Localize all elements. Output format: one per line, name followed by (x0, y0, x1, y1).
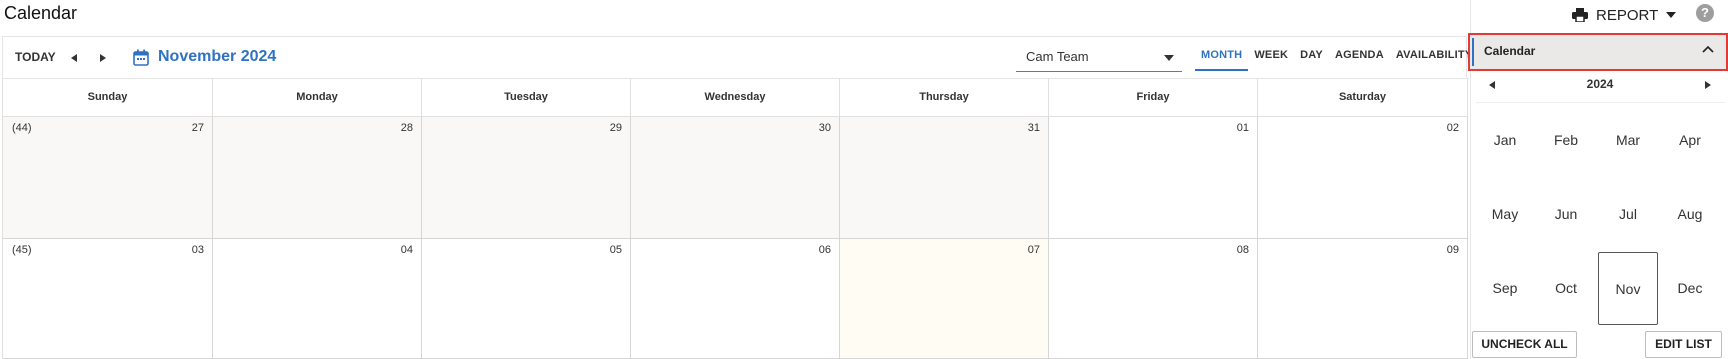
day-number: 30 (818, 122, 831, 134)
month-oct[interactable]: Oct (1536, 252, 1596, 325)
month-mar[interactable]: Mar (1598, 104, 1658, 177)
day-number: 27 (191, 122, 204, 134)
day-header-saturday: Saturday (1258, 78, 1468, 117)
day-number: 02 (1446, 122, 1459, 134)
month-feb[interactable]: Feb (1536, 104, 1596, 177)
month-nov-selected[interactable]: Nov (1598, 252, 1658, 325)
day-number: 06 (818, 244, 831, 256)
day-header-thursday: Thursday (840, 78, 1049, 117)
month-apr[interactable]: Apr (1660, 104, 1720, 177)
week-number[interactable]: (44) (12, 122, 32, 134)
day-cell[interactable]: 28 (213, 117, 422, 239)
month-jun[interactable]: Jun (1536, 178, 1596, 251)
day-header-tuesday: Tuesday (422, 78, 631, 117)
day-header-friday: Friday (1049, 78, 1258, 117)
tab-month[interactable]: MONTH (1195, 37, 1249, 71)
day-cell[interactable]: 09 (1258, 239, 1468, 359)
caret-right-icon (1705, 81, 1711, 89)
calendar-panel-header[interactable]: Calendar (1468, 33, 1728, 71)
day-number: 31 (1027, 122, 1040, 134)
month-jul[interactable]: Jul (1598, 178, 1658, 251)
day-cell-today[interactable]: 07 (840, 239, 1049, 359)
header-accent-bar (1472, 38, 1474, 66)
day-cell[interactable]: 31 (840, 117, 1049, 239)
month-sep[interactable]: Sep (1475, 252, 1535, 325)
calendar-toolbar: TODAY November 2024 Cam Team MONTH WEEK … (2, 36, 1472, 78)
day-cell[interactable]: 08 (1049, 239, 1258, 359)
day-header-monday: Monday (213, 78, 422, 117)
chevron-up-icon (1702, 45, 1714, 53)
month-title[interactable]: November 2024 (158, 48, 276, 66)
tab-availability[interactable]: AVAILABILITY (1390, 37, 1479, 71)
view-tabs: MONTH WEEK DAY AGENDA AVAILABILITY (1195, 37, 1478, 71)
caret-left-icon (71, 54, 77, 62)
calendar-panel-title: Calendar (1484, 44, 1536, 58)
month-dec[interactable]: Dec (1660, 252, 1720, 325)
edit-list-button[interactable]: EDIT LIST (1645, 331, 1722, 358)
year-navigator: 2024 (1478, 74, 1722, 98)
calendar-icon[interactable] (133, 49, 149, 66)
tab-agenda[interactable]: AGENDA (1329, 37, 1390, 71)
day-cell[interactable]: 06 (631, 239, 840, 359)
day-cell[interactable]: 01 (1049, 117, 1258, 239)
day-cell[interactable]: 04 (213, 239, 422, 359)
tab-day[interactable]: DAY (1294, 37, 1329, 71)
day-number: 04 (400, 244, 413, 256)
month-jan[interactable]: Jan (1475, 104, 1535, 177)
day-header-wednesday: Wednesday (631, 78, 840, 117)
tab-week[interactable]: WEEK (1248, 37, 1294, 71)
week-number[interactable]: (45) (12, 244, 32, 256)
day-number: 29 (609, 122, 622, 134)
caret-right-icon (100, 54, 106, 62)
day-number: 03 (191, 244, 204, 256)
next-year-button[interactable] (1702, 79, 1714, 91)
month-grid: Sunday Monday Tuesday Wednesday Thursday… (2, 78, 1468, 359)
day-number: 05 (609, 244, 622, 256)
day-cell[interactable]: (45) 03 (3, 239, 213, 359)
dropdown-caret-icon (1164, 55, 1174, 61)
day-number: 08 (1236, 244, 1249, 256)
year-label: 2024 (1586, 77, 1614, 91)
team-select-value: Cam Team (1026, 49, 1089, 64)
day-number: 07 (1027, 244, 1040, 256)
day-cell[interactable]: 02 (1258, 117, 1468, 239)
month-aug[interactable]: Aug (1660, 178, 1720, 251)
day-cell[interactable]: (44) 27 (3, 117, 213, 239)
day-number: 28 (400, 122, 413, 134)
page-title: Calendar (4, 3, 78, 23)
day-number: 09 (1446, 244, 1459, 256)
today-button[interactable]: TODAY (15, 50, 56, 64)
day-cell[interactable]: 29 (422, 117, 631, 239)
uncheck-all-button[interactable]: UNCHECK ALL (1472, 331, 1577, 358)
day-number: 01 (1236, 122, 1249, 134)
day-header-sunday: Sunday (3, 78, 213, 117)
prev-month-button[interactable] (67, 51, 81, 65)
divider (1476, 102, 1726, 103)
day-cell[interactable]: 05 (422, 239, 631, 359)
month-may[interactable]: May (1475, 178, 1535, 251)
team-select[interactable]: Cam Team (1016, 44, 1182, 72)
day-cell[interactable]: 30 (631, 117, 840, 239)
next-month-button[interactable] (96, 51, 110, 65)
